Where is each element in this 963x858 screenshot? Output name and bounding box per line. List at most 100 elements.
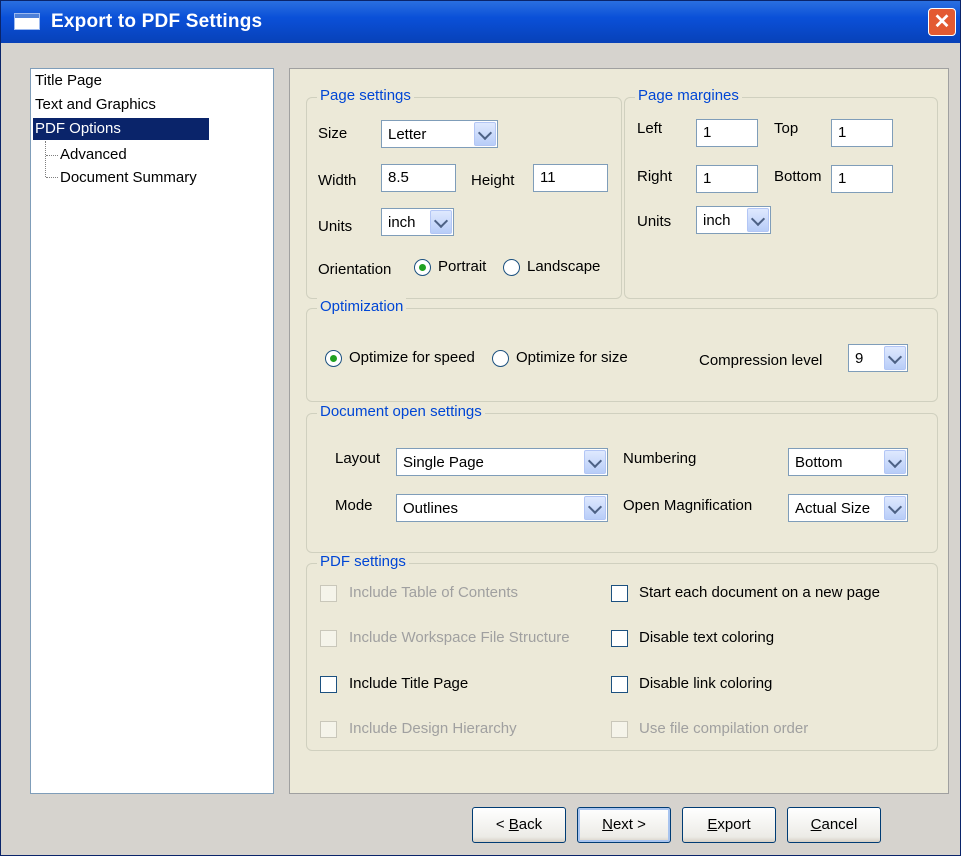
tree-item-pdf-options[interactable]: PDF Options (33, 118, 209, 140)
margin-units-label: Units (637, 213, 672, 230)
top-margin-label: Top (774, 120, 799, 137)
height-field[interactable]: 11 (533, 164, 608, 192)
right-margin-label: Right (637, 168, 673, 185)
chevron-down-icon[interactable] (747, 208, 769, 232)
start-new-page-label[interactable]: Start each document on a new page (639, 584, 880, 601)
units-label: Units (318, 218, 353, 235)
back-button-label: ack (518, 816, 543, 833)
compression-level-label: Compression level (699, 352, 823, 369)
height-label: Height (471, 172, 515, 189)
open-magnification-select[interactable]: Actual Size (788, 494, 908, 522)
back-button[interactable]: < Back (472, 807, 566, 843)
width-label: Width (318, 172, 357, 189)
chevron-down-icon[interactable] (884, 450, 906, 474)
layout-label: Layout (335, 450, 381, 467)
bottom-margin-field[interactable]: 1 (831, 165, 893, 193)
disable-text-coloring-label[interactable]: Disable text coloring (639, 629, 774, 646)
mode-label: Mode (335, 497, 373, 514)
include-toc-label[interactable]: Include Table of Contents (349, 584, 518, 601)
portrait-radio[interactable] (414, 259, 431, 276)
compression-level-value: 9 (855, 350, 864, 367)
optimize-size-radio[interactable] (492, 350, 509, 367)
pdf-options-panel: Page settings Size Letter Width 8.5 Heig… (289, 68, 949, 794)
back-button-prefix: < (495, 816, 509, 833)
numbering-select[interactable]: Bottom (788, 448, 908, 476)
mode-select[interactable]: Outlines (396, 494, 608, 522)
tree-connector-line (45, 141, 46, 177)
include-workspace-checkbox[interactable] (320, 630, 337, 647)
tree-connector-branch (46, 155, 58, 156)
optimization-group: Optimization Optimize for speed Optimize… (306, 298, 938, 402)
page-margins-group: Page margines Left 1 Top 1 Right 1 Botto… (624, 87, 938, 299)
include-title-page-label[interactable]: Include Title Page (349, 675, 468, 692)
layout-select[interactable]: Single Page (396, 448, 608, 476)
page-margins-legend: Page margines (635, 87, 742, 104)
units-select[interactable]: inch (381, 208, 454, 236)
include-workspace-label[interactable]: Include Workspace File Structure (349, 629, 570, 646)
numbering-label: Numbering (623, 450, 697, 467)
right-margin-field[interactable]: 1 (696, 165, 758, 193)
chevron-down-icon[interactable] (884, 346, 906, 370)
margin-units-select-value: inch (703, 212, 731, 229)
chevron-down-icon[interactable] (430, 210, 452, 234)
use-compilation-order-checkbox[interactable] (611, 721, 628, 738)
settings-tree[interactable]: Title Page Text and Graphics PDF Options… (30, 68, 274, 794)
include-design-hierarchy-label[interactable]: Include Design Hierarchy (349, 720, 517, 737)
compression-level-select[interactable]: 9 (848, 344, 908, 372)
export-button-label: xport (717, 816, 751, 833)
landscape-radio[interactable] (503, 259, 520, 276)
optimize-speed-label[interactable]: Optimize for speed (349, 349, 475, 366)
mode-select-value: Outlines (403, 500, 459, 517)
chevron-down-icon[interactable] (884, 496, 906, 520)
units-select-value: inch (388, 214, 416, 231)
chevron-down-icon[interactable] (474, 122, 496, 146)
left-margin-field[interactable]: 1 (696, 119, 758, 147)
bottom-margin-label: Bottom (774, 168, 822, 185)
orientation-label: Orientation (318, 261, 392, 278)
disable-link-coloring-label[interactable]: Disable link coloring (639, 675, 772, 692)
disable-link-coloring-checkbox[interactable] (611, 676, 628, 693)
pdf-settings-legend: PDF settings (317, 553, 409, 570)
open-magnification-select-value: Actual Size (795, 500, 871, 517)
layout-select-value: Single Page (403, 454, 484, 471)
tree-connector-branch (46, 177, 58, 178)
chevron-down-icon[interactable] (584, 450, 606, 474)
cancel-button[interactable]: Cancel (787, 807, 881, 843)
page-settings-legend: Page settings (317, 87, 414, 104)
size-label: Size (318, 125, 348, 142)
margin-units-select[interactable]: inch (696, 206, 771, 234)
document-open-settings-group: Document open settings Layout Single Pag… (306, 403, 938, 553)
next-button-label: ext > (612, 816, 646, 833)
page-settings-group: Page settings Size Letter Width 8.5 Heig… (306, 87, 622, 299)
tree-item-title-page[interactable]: Title Page (33, 70, 104, 92)
include-design-hierarchy-checkbox[interactable] (320, 721, 337, 738)
start-new-page-checkbox[interactable] (611, 585, 628, 602)
size-select[interactable]: Letter (381, 120, 498, 148)
next-button[interactable]: Next > (577, 807, 671, 843)
pdf-settings-group: PDF settings Include Table of Contents S… (306, 553, 938, 751)
portrait-label[interactable]: Portrait (438, 258, 486, 275)
chevron-down-icon[interactable] (584, 496, 606, 520)
title-bar[interactable]: Export to PDF Settings ✕ (1, 1, 960, 43)
use-compilation-order-label[interactable]: Use file compilation order (639, 720, 808, 737)
cancel-button-label: ancel (821, 816, 858, 833)
next-button-accelerator: N (602, 816, 613, 833)
optimize-size-label[interactable]: Optimize for size (516, 349, 628, 366)
open-magnification-label: Open Magnification (623, 497, 753, 514)
close-icon[interactable]: ✕ (928, 8, 956, 36)
left-margin-label: Left (637, 120, 663, 137)
tree-item-advanced[interactable]: Advanced (58, 144, 129, 166)
width-field[interactable]: 8.5 (381, 164, 456, 192)
tree-item-document-summary[interactable]: Document Summary (58, 167, 199, 189)
export-button[interactable]: Export (682, 807, 776, 843)
top-margin-field[interactable]: 1 (831, 119, 893, 147)
include-toc-checkbox[interactable] (320, 585, 337, 602)
document-open-settings-legend: Document open settings (317, 403, 485, 420)
window-title: Export to PDF Settings (51, 11, 263, 32)
landscape-label[interactable]: Landscape (527, 258, 600, 275)
cancel-button-accelerator: C (810, 816, 822, 833)
include-title-page-checkbox[interactable] (320, 676, 337, 693)
optimize-speed-radio[interactable] (325, 350, 342, 367)
tree-item-text-and-graphics[interactable]: Text and Graphics (33, 94, 158, 116)
disable-text-coloring-checkbox[interactable] (611, 630, 628, 647)
